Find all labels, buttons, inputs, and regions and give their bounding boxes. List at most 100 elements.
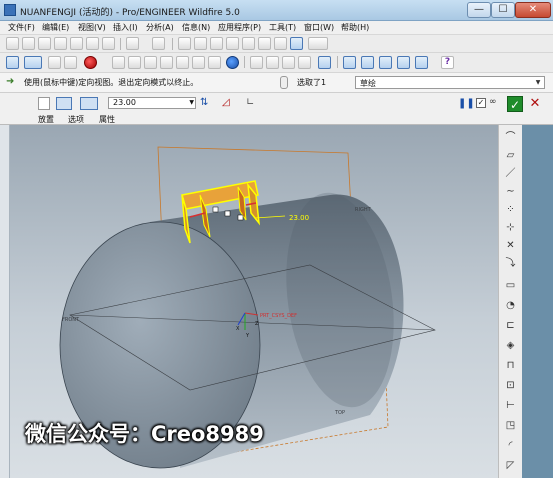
annotations-icon[interactable]	[415, 56, 428, 69]
pause-icon[interactable]: ❚❚	[458, 97, 475, 111]
info-icon: ➜	[6, 76, 15, 87]
chevron-down-icon: ▼	[535, 79, 541, 86]
tab-placement[interactable]: 放置	[38, 114, 54, 125]
shell-tool-icon[interactable]: ⊡	[503, 379, 518, 393]
menu-edit[interactable]: 编辑(E)	[42, 22, 69, 33]
round-tool-icon[interactable]: ◜	[503, 439, 518, 453]
surface-option-icon[interactable]	[56, 97, 72, 110]
new-file-icon[interactable]	[6, 37, 19, 50]
menu-applications[interactable]: 应用程序(P)	[218, 22, 261, 33]
paste-icon[interactable]	[210, 37, 223, 50]
menu-tools[interactable]: 工具(T)	[269, 22, 296, 33]
ok-button[interactable]: ✓	[507, 96, 523, 112]
reorient-icon[interactable]	[160, 56, 173, 69]
analysis-tool-icon[interactable]: ✕	[503, 239, 518, 253]
shading-icon[interactable]	[226, 56, 239, 69]
menu-help[interactable]: 帮助(H)	[341, 22, 369, 33]
view-manager-icon[interactable]	[208, 56, 221, 69]
solid-option-icon[interactable]	[38, 97, 50, 110]
selection-lamp-icon	[280, 76, 288, 89]
remove-material-icon[interactable]: ◿	[222, 97, 237, 110]
datum-points-icon[interactable]	[379, 56, 392, 69]
cut-icon[interactable]	[178, 37, 191, 50]
coordinate-systems-icon[interactable]	[397, 56, 410, 69]
csys-tool-icon[interactable]: ⊹	[503, 221, 518, 235]
wireframe-icon[interactable]	[250, 56, 263, 69]
spin-center-icon[interactable]	[24, 56, 42, 69]
point-tool-icon[interactable]: ⁘	[503, 203, 518, 217]
menu-analysis[interactable]: 分析(A)	[146, 22, 174, 33]
watermark-text: 微信公众号：Creo8989	[25, 422, 264, 446]
axis-tool-icon[interactable]: ／	[503, 167, 518, 181]
hidden-line-icon[interactable]	[266, 56, 279, 69]
menu-file[interactable]: 文件(F)	[8, 22, 35, 33]
sketch-view-icon[interactable]	[6, 56, 19, 69]
appearance-icon[interactable]	[84, 56, 97, 69]
preview-checkbox[interactable]: ✓	[476, 98, 486, 108]
tab-options[interactable]: 选项	[68, 114, 84, 125]
revolve-tool-icon[interactable]: ◔	[503, 299, 518, 313]
print-icon[interactable]	[54, 37, 67, 50]
orient-mode-icon[interactable]	[48, 56, 61, 69]
feature-dashboard: 23.00 ▼ ⇅ ◿ ∟ 放置 选项 属性 ❚❚ ✓ ∞ ✓ ✕	[0, 93, 553, 125]
open-file-icon[interactable]	[22, 37, 35, 50]
selection-filter-select[interactable]: 草绘 ▼	[355, 76, 545, 89]
mail-icon[interactable]	[70, 37, 83, 50]
model-tree-icon[interactable]	[102, 37, 115, 50]
saved-views-icon[interactable]	[176, 56, 189, 69]
paste-special-icon[interactable]	[226, 37, 239, 50]
sweep-tool-icon[interactable]: ⊏	[503, 319, 518, 333]
hole-tool-icon[interactable]: ⊓	[503, 359, 518, 373]
drag-handle	[224, 210, 231, 217]
refit-icon[interactable]	[144, 56, 157, 69]
layers-icon[interactable]	[192, 56, 205, 69]
menu-view[interactable]: 视图(V)	[78, 22, 106, 33]
display-style-icon[interactable]	[64, 56, 77, 69]
depth-input[interactable]: 23.00 ▼	[108, 97, 196, 109]
depth-option-icon[interactable]	[80, 97, 98, 110]
zoom-in-icon[interactable]	[112, 56, 125, 69]
undo-icon[interactable]	[126, 37, 139, 50]
enhanced-realism-icon[interactable]	[318, 56, 331, 69]
rib-tool-icon[interactable]: ⊢	[503, 399, 518, 413]
select-box-icon[interactable]	[274, 37, 287, 50]
minimize-button[interactable]: —	[467, 2, 491, 18]
copy-icon[interactable]	[194, 37, 207, 50]
blend-tool-icon[interactable]: ◈	[503, 339, 518, 353]
mail-attach-icon[interactable]	[86, 37, 99, 50]
flip-direction-icon[interactable]: ⇅	[200, 97, 215, 110]
datum-planes-icon[interactable]	[343, 56, 356, 69]
axis-x-label: X	[236, 326, 240, 332]
zoom-out-icon[interactable]	[128, 56, 141, 69]
extrude-tool-icon[interactable]: ▭	[503, 279, 518, 293]
save-icon[interactable]	[38, 37, 51, 50]
drag-handle	[237, 214, 244, 221]
draft-tool-icon[interactable]: ◳	[503, 419, 518, 433]
feature-toolbar: ⌒ ▱ ／ ∼ ⁘ ⊹ ✕ ⤵ ▭ ◔ ⊏ ◈ ⊓ ⊡ ⊢ ◳ ◜ ◸	[498, 125, 522, 478]
thicken-icon[interactable]: ∟	[246, 97, 261, 110]
redo-icon[interactable]	[152, 37, 165, 50]
tab-properties[interactable]: 属性	[99, 114, 115, 125]
select-dropdown-icon[interactable]	[308, 37, 328, 50]
sketch-tool-icon[interactable]: ⌒	[503, 131, 518, 145]
menu-info[interactable]: 信息(N)	[182, 22, 210, 33]
verify-icon[interactable]: ∞	[489, 97, 497, 107]
close-button[interactable]: ✕	[515, 2, 551, 18]
curve-tool-icon[interactable]: ∼	[503, 185, 518, 199]
regenerate-icon[interactable]	[242, 37, 255, 50]
navigator-collapse-strip[interactable]	[0, 125, 10, 478]
chamfer-tool-icon[interactable]: ◸	[503, 459, 518, 473]
selection-mode-icon[interactable]	[290, 37, 303, 50]
status-message: 使用(鼠标中键)定向视图。退出定向模式以终止。	[24, 78, 199, 87]
menu-window[interactable]: 窗口(W)	[304, 22, 334, 33]
pattern-tool-icon[interactable]: ⤵	[503, 257, 518, 271]
cancel-button[interactable]: ✕	[527, 96, 543, 112]
datum-axes-icon[interactable]	[361, 56, 374, 69]
context-help-icon[interactable]: ?	[441, 56, 454, 69]
plane-tool-icon[interactable]: ▱	[503, 149, 518, 163]
shaded-icon[interactable]	[298, 56, 311, 69]
no-hidden-icon[interactable]	[282, 56, 295, 69]
search-icon[interactable]	[258, 37, 271, 50]
maximize-button[interactable]: ☐	[491, 2, 515, 18]
menu-insert[interactable]: 插入(I)	[113, 22, 138, 33]
